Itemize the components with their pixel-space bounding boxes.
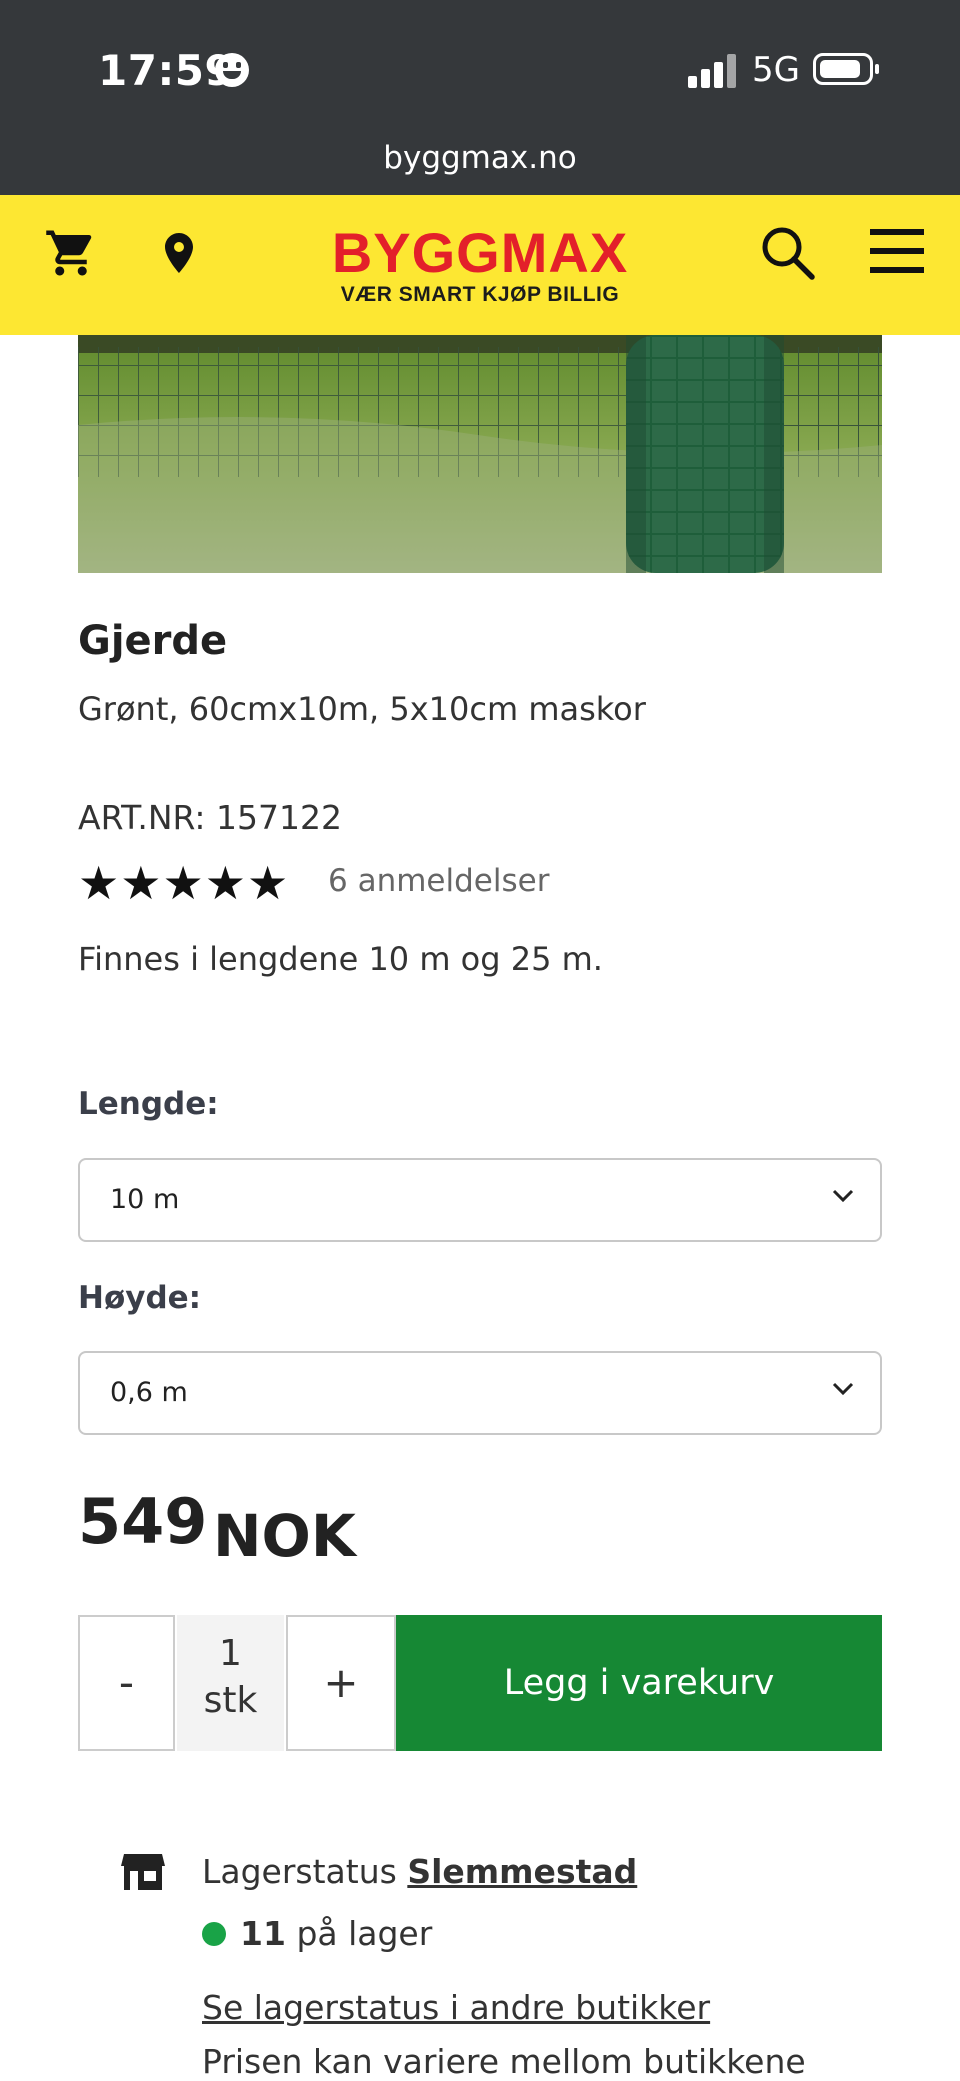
height-select-value: 0,6 m <box>110 1377 188 1408</box>
in-stock-dot-icon <box>202 1922 226 1946</box>
byggmax-logo[interactable]: BYGGMAX VÆR SMART KJØP BILLIG <box>320 225 640 307</box>
chevron-down-icon <box>832 1381 854 1400</box>
height-select[interactable]: 0,6 m <box>78 1351 882 1435</box>
stock-count: 11 på lager <box>240 1914 432 1953</box>
stock-status-label: Lagerstatus <box>202 1852 397 1891</box>
stock-status: Lagerstatus Slemmestad <box>202 1852 637 1891</box>
decrease-quantity-button[interactable]: - <box>78 1615 175 1751</box>
cart-icon[interactable] <box>44 225 98 285</box>
stock-count-suffix: på lager <box>296 1914 433 1953</box>
length-label: Lengde: <box>78 1086 219 1122</box>
smiley-icon <box>215 53 249 87</box>
network-type: 5G <box>752 50 800 90</box>
battery-icon <box>813 53 879 85</box>
price-amount: 549 <box>78 1485 208 1558</box>
store-icon <box>120 1852 166 1896</box>
menu-icon[interactable] <box>870 227 924 279</box>
logo-text: BYGGMAX <box>331 221 629 284</box>
height-label: Høyde: <box>78 1280 202 1316</box>
stock-count-number: 11 <box>240 1914 286 1953</box>
increase-quantity-button[interactable]: + <box>286 1615 396 1751</box>
plus-label: + <box>323 1658 359 1707</box>
url-bar[interactable]: byggmax.no <box>0 140 960 176</box>
other-stores-link[interactable]: Se lagerstatus i andre butikker <box>202 1988 710 2027</box>
product-description: Finnes i lengdene 10 m og 25 m. <box>78 940 603 978</box>
search-icon[interactable] <box>758 223 816 285</box>
minus-label: - <box>118 1658 135 1707</box>
price-currency: NOK <box>213 1502 356 1570</box>
price-variation-note: Prisen kan variere mellom butikkene <box>202 2042 806 2081</box>
length-select-value: 10 m <box>110 1184 180 1215</box>
chevron-down-icon <box>832 1188 854 1207</box>
status-bar: 17:59 5G byggmax.no <box>0 0 960 195</box>
store-link[interactable]: Slemmestad <box>407 1852 637 1891</box>
product-subtitle: Grønt, 60cmx10m, 5x10cm maskor <box>78 690 646 728</box>
clock: 17:59 <box>98 46 235 95</box>
product-image[interactable] <box>78 335 882 573</box>
rating-stars[interactable]: ★★★★★ <box>78 856 289 910</box>
logo-tagline: VÆR SMART KJØP BILLIG <box>340 283 620 306</box>
article-number: ART.NR: 157122 <box>78 798 343 837</box>
length-select[interactable]: 10 m <box>78 1158 882 1242</box>
location-pin-icon[interactable] <box>155 224 203 286</box>
add-to-cart-button[interactable]: Legg i varekurv <box>396 1615 882 1751</box>
quantity-value: 1 <box>219 1633 242 1674</box>
quantity-unit: stk <box>203 1680 258 1721</box>
product-title: Gjerde <box>78 618 228 664</box>
add-to-cart-label: Legg i varekurv <box>503 1663 775 1703</box>
site-header: BYGGMAX VÆR SMART KJØP BILLIG <box>0 195 960 335</box>
reviews-link[interactable]: 6 anmeldelser <box>328 863 549 899</box>
signal-icon <box>688 54 738 88</box>
quantity-field[interactable]: 1 stk <box>177 1615 284 1751</box>
